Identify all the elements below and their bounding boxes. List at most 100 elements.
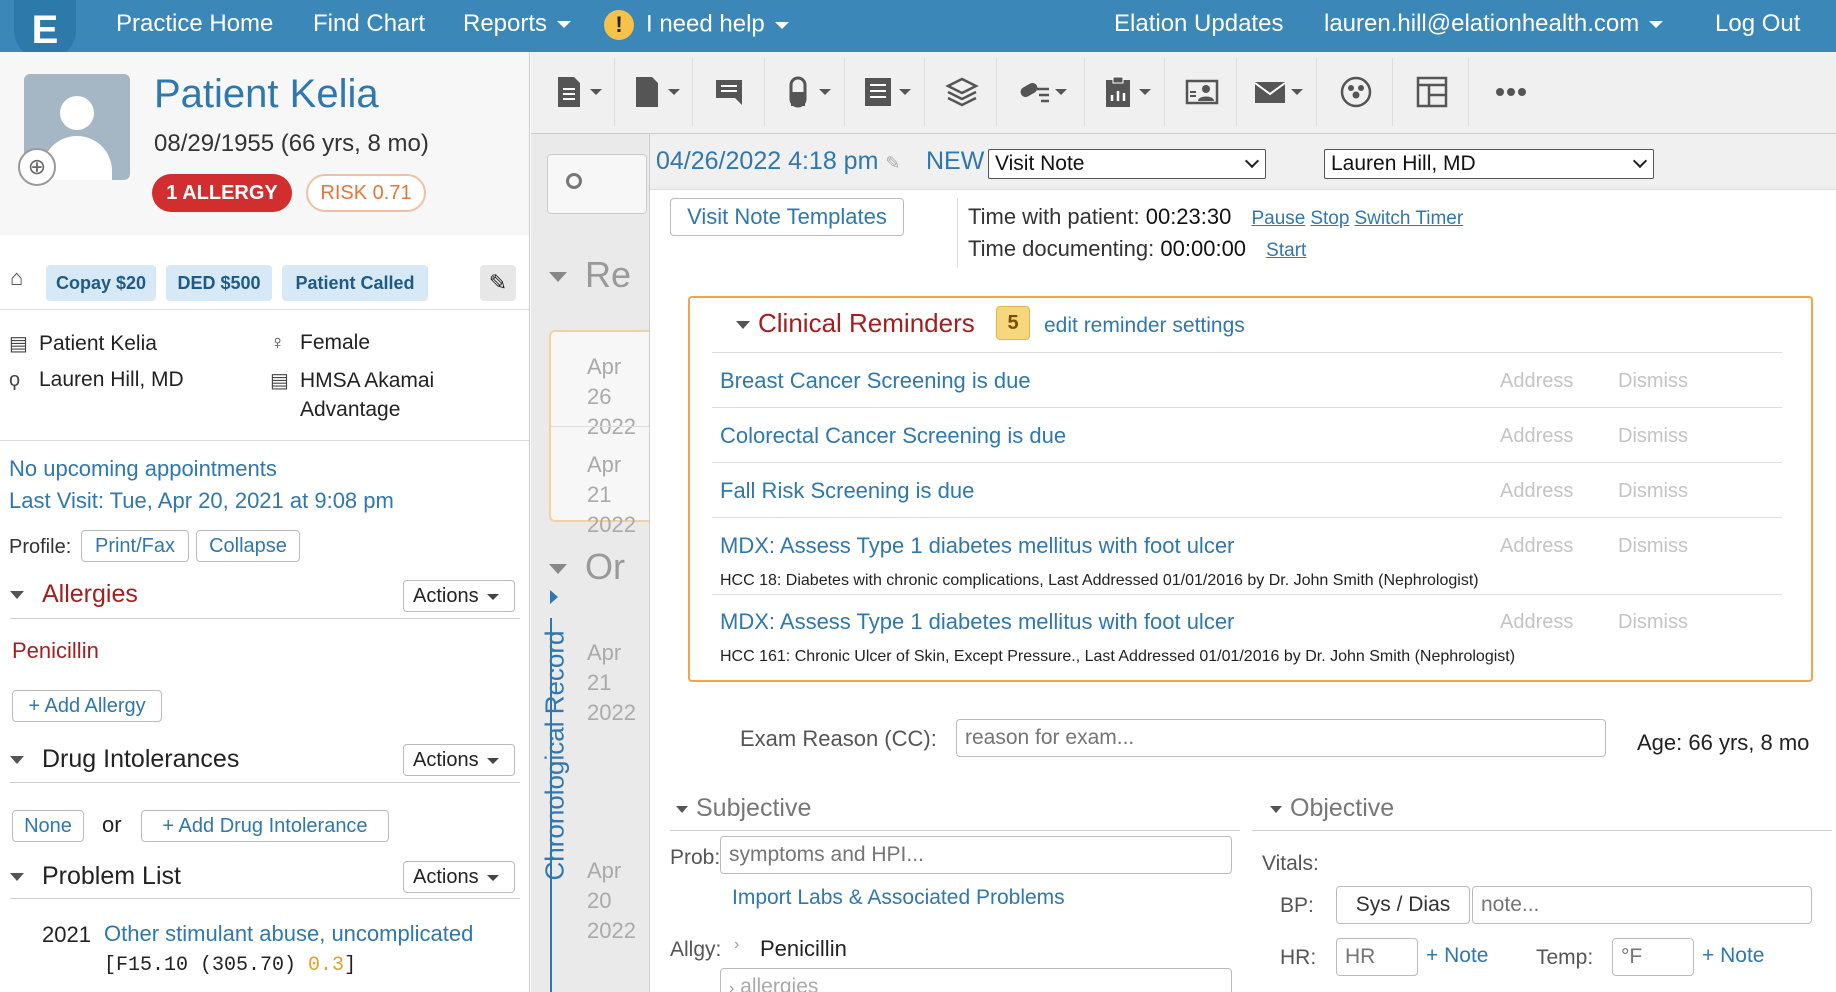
chevron-right-icon[interactable]: › — [734, 936, 739, 954]
alert-icon: ! — [604, 10, 634, 40]
timeline-date[interactable]: Apr 21 2022 — [587, 450, 650, 540]
problem-code: [F15.10 (305.70) 0.3] — [104, 954, 357, 977]
tag-patient-called[interactable]: Patient Called — [282, 265, 428, 301]
time-with-patient: Time with patient: 00:23:30 Pause Stop Swi… — [968, 204, 1464, 229]
chevron-down-icon — [1290, 89, 1303, 95]
add-drug-intolerance-button[interactable]: + Add Drug Intolerance — [141, 810, 389, 842]
reminder-item[interactable]: Fall Risk Screening is due — [720, 478, 974, 504]
prescription-button[interactable] — [999, 58, 1085, 126]
orders-button[interactable] — [847, 58, 925, 126]
temp-label: Temp: — [1536, 946, 1594, 969]
hr-input[interactable] — [1336, 938, 1418, 976]
bp-note-input[interactable] — [1472, 886, 1812, 924]
elation-logo[interactable]: Ε — [14, 0, 76, 60]
rx-pill-icon — [1020, 83, 1049, 103]
layout-button[interactable] — [1395, 58, 1469, 126]
exam-reason-input[interactable] — [956, 719, 1606, 757]
nav-user-menu[interactable]: lauren.hill@elationhealth.com — [1324, 10, 1664, 38]
print-fax-button[interactable]: Print/Fax — [81, 530, 189, 562]
patient-name[interactable]: Patient Kelia — [154, 72, 379, 117]
new-document-button[interactable] — [617, 58, 693, 126]
import-labs-link[interactable]: Import Labs & Associated Problems — [732, 886, 1065, 910]
subjective-header[interactable]: Subjective — [676, 794, 811, 823]
timeline-section-re[interactable]: Re — [549, 254, 631, 296]
reminder-address-button[interactable]: Address — [1500, 425, 1573, 448]
add-allergy-button[interactable]: + Add Allergy — [12, 690, 162, 722]
tag-copay[interactable]: Copay $20 — [46, 265, 156, 301]
clipboard-button[interactable] — [1087, 58, 1165, 126]
user-email: lauren.hill@elationhealth.com — [1324, 10, 1640, 37]
risk-badge[interactable]: RISK 0.71 — [306, 174, 426, 212]
pause-timer-link[interactable]: Pause — [1251, 208, 1305, 229]
reminder-address-button[interactable]: Address — [1500, 370, 1573, 393]
nav-logout[interactable]: Log Out — [1715, 10, 1800, 38]
note-provider-select[interactable]: Lauren Hill, MD — [1324, 149, 1654, 179]
problem-list-header[interactable]: Problem List — [10, 862, 181, 891]
pencil-icon: ✎ — [885, 153, 901, 173]
problem-link[interactable]: Other stimulant abuse, uncomplicated — [104, 921, 473, 947]
timeline-date[interactable]: Apr 20 2022 — [587, 856, 650, 946]
hr-add-note-link[interactable]: + Note — [1426, 944, 1488, 968]
visit-note-templates-button[interactable]: Visit Note Templates — [670, 198, 904, 236]
allergy-badge[interactable]: 1 ALLERGY — [152, 174, 292, 212]
collapse-button[interactable]: Collapse — [196, 530, 300, 562]
reminder-item[interactable]: Colorectal Cancer Screening is due — [720, 423, 1066, 449]
allergies-input[interactable]: › allergies — [720, 968, 1232, 992]
reminder-dismiss-button[interactable]: Dismiss — [1618, 535, 1688, 558]
start-timer-link[interactable]: Start — [1266, 240, 1306, 261]
messages-button[interactable] — [695, 58, 765, 126]
nav-practice-home[interactable]: Practice Home — [116, 10, 273, 38]
drug-intolerances-actions-button[interactable]: Actions — [403, 744, 515, 776]
medication-button[interactable] — [767, 58, 845, 126]
temp-input[interactable] — [1612, 938, 1694, 976]
allergies-actions-button[interactable]: Actions — [403, 580, 515, 612]
community-icon — [1340, 76, 1371, 108]
allergy-item[interactable]: Penicillin — [12, 638, 99, 664]
community-button[interactable] — [1319, 58, 1393, 126]
timeline-search[interactable] — [547, 154, 647, 214]
objective-header[interactable]: Objective — [1270, 794, 1394, 823]
timeline-date[interactable]: Apr 21 2022 — [587, 638, 650, 728]
reminder-address-button[interactable]: Address — [1500, 480, 1573, 503]
temp-add-note-link[interactable]: + Note — [1702, 944, 1764, 968]
reminder-dismiss-button[interactable]: Dismiss — [1618, 611, 1688, 634]
symptoms-hpi-input[interactable] — [720, 836, 1232, 874]
no-drug-intolerance-button[interactable]: None — [12, 810, 84, 842]
switch-timer-link[interactable]: Switch Timer — [1354, 208, 1463, 229]
allergies-header[interactable]: Allergies — [10, 580, 138, 609]
timeline-date[interactable]: Apr 26 2022 — [587, 352, 650, 442]
reminder-item[interactable]: Breast Cancer Screening is due — [720, 368, 1031, 394]
note-type-select[interactable]: Visit Note — [988, 149, 1266, 179]
drug-intolerances-header[interactable]: Drug Intolerances — [10, 745, 239, 774]
reminder-dismiss-button[interactable]: Dismiss — [1618, 425, 1688, 448]
edit-reminder-settings-link[interactable]: edit reminder settings — [1044, 314, 1245, 338]
last-visit-link[interactable]: Last Visit: Tue, Apr 20, 2021 at 9:08 pm — [9, 488, 394, 514]
stop-timer-link[interactable]: Stop — [1310, 208, 1349, 229]
chronological-record-tab[interactable]: Chronological Record — [535, 600, 575, 920]
tag-deductible[interactable]: DED $500 — [166, 265, 272, 301]
nav-help[interactable]: ! I need help — [604, 10, 789, 40]
bp-input[interactable]: Sys / Dias — [1336, 886, 1470, 924]
reminder-dismiss-button[interactable]: Dismiss — [1618, 480, 1688, 503]
layers-button[interactable] — [927, 58, 997, 126]
profile-label: Profile: — [9, 536, 72, 558]
more-button[interactable] — [1471, 58, 1551, 126]
note-datetime[interactable]: 04/26/2022 4:18 pm ✎ — [656, 147, 900, 176]
nav-elation-updates[interactable]: Elation Updates — [1114, 10, 1283, 38]
reminder-dismiss-button[interactable]: Dismiss — [1618, 370, 1688, 393]
timeline-section-or[interactable]: Or — [549, 546, 625, 588]
new-note-button[interactable] — [539, 58, 615, 126]
upcoming-appointments-link[interactable]: No upcoming appointments — [9, 456, 277, 482]
reminder-address-button[interactable]: Address — [1500, 535, 1573, 558]
reminder-item[interactable]: MDX: Assess Type 1 diabetes mellitus wit… — [720, 609, 1234, 635]
problem-list-actions-button[interactable]: Actions — [403, 861, 515, 893]
clinical-reminders-header[interactable]: Clinical Reminders — [736, 308, 975, 339]
edit-tags-button[interactable]: ✎ — [480, 265, 516, 301]
globe-icon[interactable]: ⊕ — [18, 148, 56, 186]
patient-card-button[interactable] — [1167, 58, 1237, 126]
email-button[interactable] — [1239, 58, 1317, 126]
nav-reports[interactable]: Reports — [463, 10, 572, 38]
nav-find-chart[interactable]: Find Chart — [313, 10, 425, 38]
reminder-item[interactable]: MDX: Assess Type 1 diabetes mellitus wit… — [720, 533, 1234, 559]
reminder-address-button[interactable]: Address — [1500, 611, 1573, 634]
